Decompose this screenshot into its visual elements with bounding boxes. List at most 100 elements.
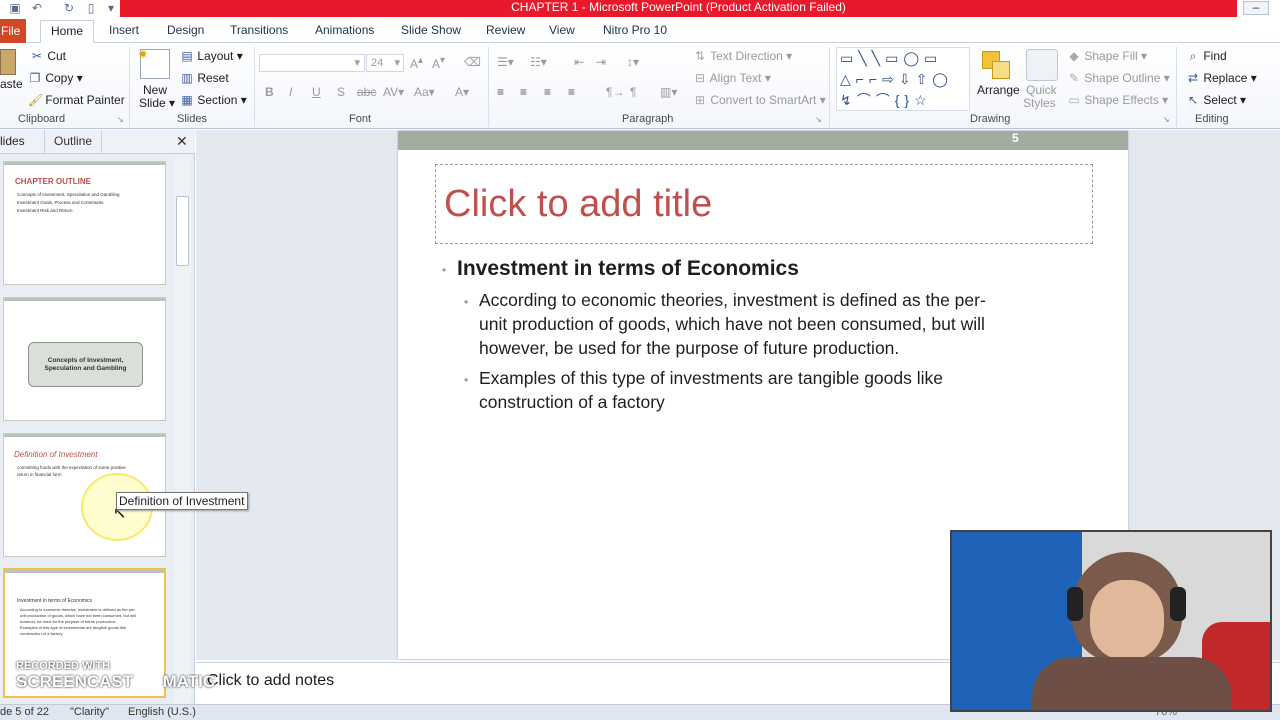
undo-icon[interactable]: ↶ [30,1,44,15]
bullets-button[interactable]: ☰▾ [497,55,514,69]
dialog-launcher-icon[interactable]: ↘ [117,115,124,124]
italic-button[interactable]: I [289,85,292,99]
reset-label: Reset [197,71,229,85]
align-left-button[interactable]: ≡ [497,85,504,99]
sub-bullet-1[interactable]: According to economic theories, investme… [479,288,1109,360]
convert-smartart-button[interactable]: ⊞ Convert to SmartArt ▾ [693,93,826,107]
thumb-line: Concepts of Investment, Speculation and … [17,192,120,197]
tab-slide-show[interactable]: Slide Show [401,23,461,37]
slide-thumbnail-2[interactable]: CHAPTER OUTLINE Concepts of Investment, … [3,161,166,285]
tab-outline[interactable]: Outline [44,130,102,154]
redo-icon[interactable]: ↻ [62,1,76,15]
justify-button[interactable]: ≡ [568,85,575,99]
decrease-indent-button[interactable]: ⇤ [574,55,584,69]
sub-bullet-2[interactable]: Examples of this type of investments are… [479,366,1109,414]
editing-group-label: Editing [1195,113,1229,125]
columns-button[interactable]: ▥▾ [660,85,677,99]
shape-fill-label: Shape Fill [1084,49,1138,63]
align-text-button[interactable]: ⊟ Align Text ▾ [693,71,771,85]
ltr-button[interactable]: ¶→ [606,85,624,99]
rtl-button[interactable]: ¶ [630,85,636,99]
font-size-combo[interactable]: 24 ▾ [366,54,404,72]
line-spacing-button[interactable]: ↕▾ [627,55,639,69]
tab-review[interactable]: Review [486,23,525,37]
arrange-icon[interactable] [980,49,1014,83]
shrink-font-button[interactable]: A▾ [432,55,445,71]
shape-outline-button[interactable]: ✎ Shape Outline ▾ [1067,71,1170,85]
tooltip: Definition of Investment [116,492,248,510]
quick-styles-label-2[interactable]: Styles [1023,96,1056,110]
char-spacing-button[interactable]: AV▾ [383,85,404,99]
tab-slides[interactable]: lides [0,134,25,148]
shapes-gallery[interactable]: ▭╲╲▭◯▭ △⌐⌐⇨⇩⇧◯ ↯⌒⌒{}☆ [836,47,970,111]
scissors-icon: ✂ [31,49,43,63]
text-direction-button[interactable]: ⇅ Text Direction ▾ [693,49,792,63]
format-painter-button[interactable]: 🖌 Format Painter [28,93,125,107]
paste-button[interactable]: aste [0,77,23,91]
strikethrough-button[interactable]: abc [357,85,376,99]
align-center-button[interactable]: ≡ [520,85,527,99]
tab-file[interactable]: File [0,19,26,43]
slides-scrollbar[interactable] [174,156,191,704]
screencast-logo-icon [137,672,158,693]
dialog-launcher-icon[interactable]: ↘ [1163,115,1170,124]
quick-styles-label-1[interactable]: Quick [1026,83,1057,97]
reset-button[interactable]: ▥ Reset [180,71,229,85]
bullet-icon: • [464,373,469,387]
font-name-combo[interactable]: ▾ [259,54,365,72]
copy-label: Copy [45,71,74,85]
numbering-button[interactable]: ☷▾ [530,55,547,69]
new-slide-label-1[interactable]: New [143,83,167,97]
smartart-icon: ⊞ [694,93,706,107]
tab-nitro[interactable]: Nitro Pro 10 [603,23,667,37]
tab-transitions[interactable]: Transitions [230,23,288,37]
select-button[interactable]: ↖ Select ▾ [1186,93,1246,107]
tab-home[interactable]: Home [40,20,94,44]
grow-font-button[interactable]: A▴ [410,55,423,71]
shadow-button[interactable]: S [337,85,345,99]
scroll-thumb[interactable] [176,196,189,266]
sub-bullet-2-line-1: Examples of this type of investments are… [479,368,943,388]
replace-button[interactable]: ⇄ Replace ▾ [1186,71,1257,85]
thumb-lines: Concepts of Investment, Speculation and … [17,191,120,215]
tab-insert[interactable]: Insert [109,23,139,37]
shape-effects-label: Shape Effects [1084,93,1159,107]
align-right-button[interactable]: ≡ [544,85,551,99]
convert-smartart-label: Convert to SmartArt [710,93,817,107]
slide-thumbnail-3[interactable]: Concepts of Investment, Speculation and … [3,297,166,421]
new-file-icon[interactable]: ▯ [84,1,98,15]
increase-indent-button[interactable]: ⇥ [596,55,606,69]
heading-bullet[interactable]: Investment in terms of Economics [457,257,799,281]
minimize-button[interactable]: – [1243,1,1269,15]
tab-animations[interactable]: Animations [315,23,374,37]
language[interactable]: English (U.S.) [128,706,196,718]
paste-icon [0,49,16,75]
headphone-icon [1067,587,1083,621]
underline-button[interactable]: U [312,85,321,99]
close-icon[interactable]: ✕ [176,133,188,150]
new-slide-icon[interactable]: ✷ [137,46,170,79]
layout-button[interactable]: ▤ Layout ▾ [180,49,242,63]
section-button[interactable]: ▦ Section ▾ [180,93,246,107]
customize-qat-icon[interactable]: ▾ [104,1,118,15]
watermark-screencast: SCREENCAST [16,672,134,691]
title-placeholder[interactable]: Click to add title [435,164,1093,244]
save-icon[interactable]: ▣ [8,1,22,15]
clear-formatting-icon[interactable]: ⌫ [464,55,481,69]
new-slide-button[interactable]: Slide ▾ [139,96,175,110]
bold-button[interactable]: B [265,85,274,99]
dialog-launcher-icon[interactable]: ↘ [815,115,822,124]
find-button[interactable]: ⌕ Find [1186,49,1227,64]
arrange-label[interactable]: Arrange [977,83,1020,97]
shape-effects-button[interactable]: ▭ Shape Effects ▾ [1067,93,1168,107]
change-case-button[interactable]: Aa▾ [414,85,435,99]
cut-button[interactable]: ✂ Cut [30,49,66,63]
quick-styles-icon[interactable] [1026,49,1058,81]
layout-icon: ▤ [181,49,193,63]
sub-bullet-1-line-2: unit production of goods, which have not… [479,314,985,334]
tab-view[interactable]: View [549,23,575,37]
shape-fill-button[interactable]: ◆ Shape Fill ▾ [1067,49,1147,63]
font-color-button[interactable]: A▾ [455,85,469,99]
copy-button[interactable]: ❐ Copy ▾ [28,71,83,85]
tab-design[interactable]: Design [167,23,204,37]
